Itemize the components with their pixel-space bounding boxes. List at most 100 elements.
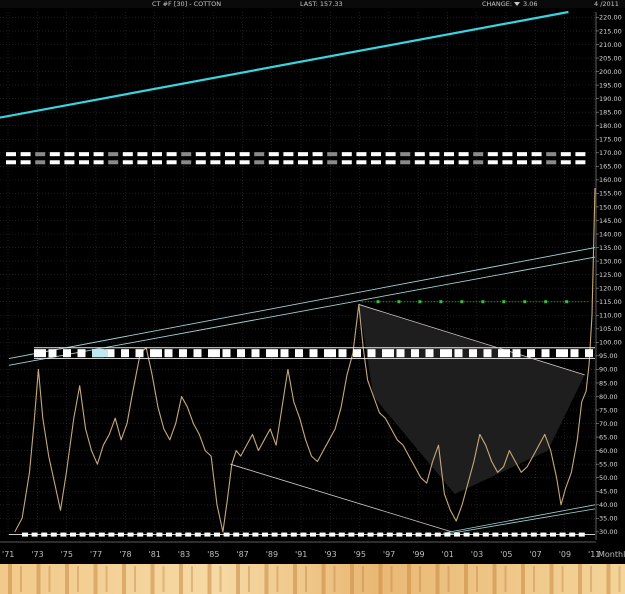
y-tick-label: 200.00	[599, 68, 622, 76]
band-bottom-segment	[127, 532, 134, 537]
y-tick-label: 45.00	[599, 488, 618, 496]
x-tick-label: '75	[61, 550, 73, 559]
band-top-segment	[487, 160, 498, 165]
band-top-segment	[444, 152, 454, 157]
band-mid-segment	[527, 349, 535, 358]
y-tick-label: 105.00	[599, 325, 622, 333]
band-top-segment	[385, 152, 396, 157]
band-top-segment	[239, 152, 250, 157]
y-tick-label: 210.00	[599, 41, 622, 49]
x-tick-label: '81	[149, 550, 161, 559]
band-mid-segment	[498, 349, 510, 358]
y-tick-label: 90.00	[599, 366, 618, 374]
band-bottom-segment	[271, 532, 278, 537]
band-bottom-segment	[137, 532, 144, 537]
band-mid-segment	[193, 349, 202, 358]
band-mid-segment	[295, 349, 303, 358]
band-bottom-segment	[482, 532, 489, 537]
band-bottom-segment	[569, 532, 576, 537]
band-bottom-segment	[578, 532, 585, 537]
band-mid-segment	[570, 349, 579, 358]
band-mid-segment	[353, 349, 361, 358]
band-mid-segment	[48, 349, 57, 358]
band-top-segment	[458, 160, 469, 165]
grain-stripe	[207, 564, 212, 594]
grain-stripe	[590, 566, 592, 592]
band-top-segment	[137, 160, 148, 165]
y-tick-label: 145.00	[599, 217, 622, 225]
band-top-segment	[575, 160, 586, 165]
band-mid-segment	[266, 349, 278, 358]
x-tick-label: '09	[559, 550, 571, 559]
band-bottom-segment	[550, 532, 556, 537]
band-top-segment	[517, 160, 527, 165]
band-top-segment	[210, 160, 221, 165]
grain-stripe	[464, 564, 468, 594]
band-top-segment	[93, 152, 104, 157]
grain-stripe	[48, 566, 51, 592]
y-tick-label: 65.00	[599, 433, 618, 441]
band-bottom-segment	[406, 532, 412, 537]
y-tick-label: 150.00	[599, 203, 622, 211]
band-mid-segment	[324, 349, 336, 358]
band-mid-segment	[338, 349, 347, 358]
band-top-segment	[531, 160, 542, 165]
band-top-segment	[181, 152, 192, 157]
grain-stripe	[447, 566, 450, 592]
band-bottom-segment	[70, 532, 76, 537]
grain-stripe	[492, 564, 497, 594]
band-top-segment	[35, 160, 46, 165]
change-value: 3.06	[523, 0, 537, 8]
band-mid-segment	[454, 349, 463, 358]
band-top-segment	[560, 160, 571, 165]
band-bottom-segment	[329, 532, 336, 537]
x-tick-label: '05	[500, 550, 512, 559]
band-mid-segment	[135, 349, 144, 358]
band-bottom-segment	[98, 532, 105, 537]
resistance-dot	[376, 300, 380, 304]
band-bottom-segment	[473, 532, 480, 537]
band-top-segment	[254, 152, 265, 157]
band-bottom-segment	[319, 532, 326, 537]
x-tick-label: '87	[236, 550, 248, 559]
band-mid-segment	[440, 349, 452, 358]
grain-stripe	[8, 564, 12, 594]
band-mid-segment	[150, 349, 162, 358]
x-tick-label: '99	[412, 550, 424, 559]
band-bottom-segment	[108, 532, 115, 537]
band-bottom-segment	[425, 532, 432, 537]
grain-stripe	[333, 566, 336, 592]
grain-stripe	[219, 566, 222, 592]
y-tick-label: 165.00	[599, 163, 622, 171]
change-label: CHANGE:	[482, 0, 512, 8]
band-top-segment	[444, 160, 454, 165]
grain-stripe	[179, 564, 183, 594]
band-mid-highlight	[92, 349, 108, 358]
y-tick-label: 55.00	[599, 460, 618, 468]
grain-stripe	[362, 566, 364, 592]
y-tick-label: 175.00	[599, 136, 622, 144]
resistance-dot	[397, 300, 401, 304]
resistance-dot	[481, 300, 485, 304]
resistance-dot	[418, 300, 422, 304]
band-mid-segment	[237, 349, 245, 358]
x-tick-label: '85	[207, 550, 219, 559]
band-bottom-segment	[146, 532, 153, 537]
y-tick-label: 50.00	[599, 474, 618, 482]
cotton-chart[interactable]: CT #F [30] - COTTON LAST: 157.33 CHANGE:…	[0, 0, 625, 594]
y-tick-label: 205.00	[599, 54, 622, 62]
band-mid-segment	[367, 349, 376, 358]
band-top-segment	[385, 160, 396, 165]
date-label: 4 /2011	[594, 0, 619, 8]
grain-stripe	[105, 566, 108, 592]
grain-stripe	[77, 566, 79, 592]
band-mid-segment	[251, 349, 260, 358]
x-tick-label: '83	[178, 550, 190, 559]
y-tick-label: 125.00	[599, 271, 622, 279]
band-bottom-segment	[233, 532, 240, 537]
band-top-segment	[546, 152, 557, 157]
band-bottom-segment	[338, 532, 345, 537]
band-top-segment	[79, 160, 89, 165]
band-top-segment	[195, 152, 206, 157]
band-top-segment	[122, 160, 133, 165]
